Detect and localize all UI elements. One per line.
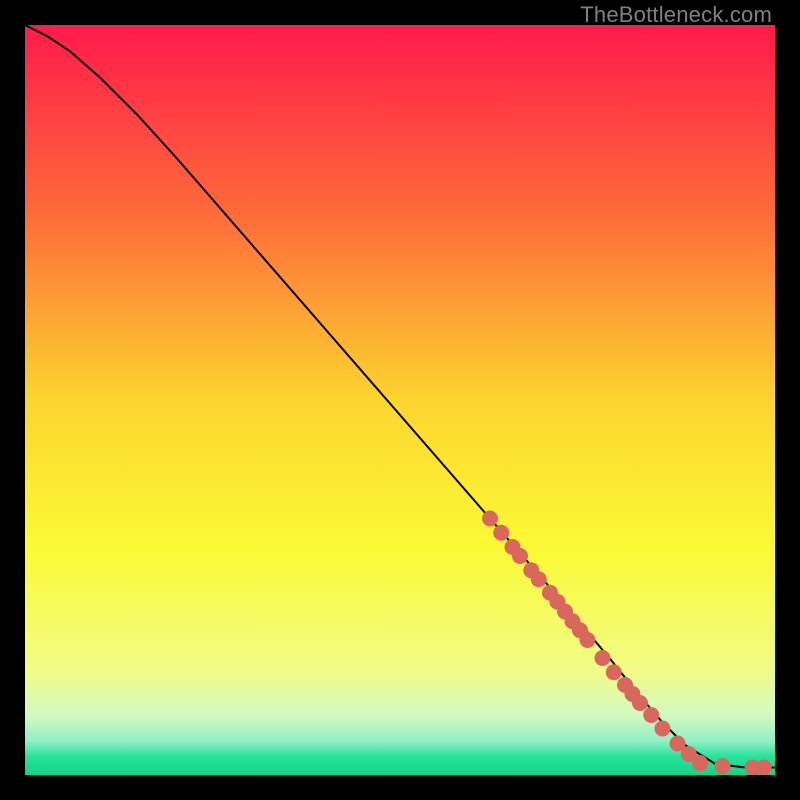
marker-dot [493, 525, 509, 541]
marker-dot [643, 707, 659, 723]
marker-dot [756, 760, 772, 776]
chart-frame: TheBottleneck.com [0, 0, 800, 800]
marker-dot [655, 721, 671, 737]
marker-dot [482, 511, 498, 527]
marker-dot [512, 548, 528, 564]
marker-dot [531, 571, 547, 587]
marker-dot [715, 758, 731, 774]
chart-plot [25, 25, 775, 775]
marker-dot [595, 650, 611, 666]
marker-dot [692, 755, 708, 771]
plot-background [25, 25, 775, 775]
marker-dot [632, 695, 648, 711]
marker-dot [606, 664, 622, 680]
marker-dot [580, 632, 596, 648]
